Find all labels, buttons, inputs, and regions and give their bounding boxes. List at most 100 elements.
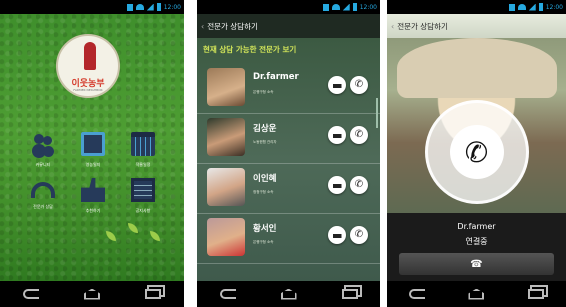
scrollbar[interactable] [376,98,378,128]
sprout-decoration [106,231,116,241]
list-item[interactable]: Dr.farmer 은행구청 소속 ✆ [197,64,380,114]
message-button[interactable] [328,176,346,194]
call-button[interactable]: ✆ [350,76,368,94]
calendar-icon [131,132,155,156]
nav-bar [0,281,184,307]
menu-expert-consult[interactable]: 전문가 상담 [18,178,68,214]
signal-icon [342,3,350,11]
expert-name: 황서인 [253,224,277,234]
menu-label: 추천하기 [85,208,101,213]
expert-role: 은행구청 소속 [253,240,274,244]
menu-label: 커뮤니티 [35,162,51,167]
status-bar: 12:00 [0,0,184,14]
signal-icon [528,3,536,11]
envelope-icon [332,232,342,238]
screenshot-root: 12:00 이웃농부 FARMER NEIGHBOR 커뮤니티 영농일지 작물일… [0,0,566,307]
status-time: 12:00 [545,3,563,11]
list-item[interactable]: 황서인 은행구청 소속 ✆ [197,214,380,264]
back-icon[interactable] [22,289,39,299]
status-bar: 12:00 [387,0,566,14]
list-heading: 현재 상담 가능한 전문가 보기 [203,45,297,54]
status-time: 12:00 [163,3,181,11]
sprout-decoration [150,231,160,241]
battery-icon [538,3,543,11]
menu-label: 전문가 상담 [33,204,53,209]
phone-icon: ✆ [354,179,364,190]
expert-role: 노동한협 관리자 [253,140,277,144]
calling-screen: 12:00 ‹ 전문가 상담하기 ✆ Dr.farmer 연결중 ☎ [387,0,566,307]
avatar [207,168,245,206]
caller-name: Dr.farmer [457,222,496,231]
signal-icon [146,3,154,11]
battery-icon [352,3,357,11]
chevron-left-icon[interactable]: ‹ [201,22,204,31]
home-icon[interactable] [468,288,485,300]
sim-icon [126,3,133,11]
back-icon[interactable] [219,289,236,299]
people-icon [31,132,55,156]
sprout-decoration [128,223,138,233]
wifi-icon [517,4,526,10]
message-button[interactable] [328,126,346,144]
home-icon[interactable] [280,288,297,300]
screen-title: 전문가 상담하기 [207,21,258,31]
list-item[interactable]: 이인혜 정청구청 소속 ✆ [197,164,380,214]
message-button[interactable] [328,226,346,244]
avatar [207,68,245,106]
sim-icon [322,3,329,11]
avatar [207,218,245,256]
sim-icon [508,3,515,11]
phone-icon: ✆ [354,229,364,240]
envelope-icon [332,182,342,188]
battery-icon [156,3,161,11]
back-icon[interactable] [408,289,425,299]
expert-list-body: 현재 상담 가능한 전문가 보기 Dr.farmer 은행구청 소속 ✆ 김상운… [197,38,380,281]
expert-role: 은행구청 소속 [253,90,274,94]
status-bar: 12:00 [197,0,380,14]
recent-apps-icon[interactable] [145,289,162,299]
logo-subtext: FARMER NEIGHBOR [73,88,103,92]
envelope-icon [332,132,342,138]
screen-title: 전문가 상담하기 [397,21,448,31]
menu-community[interactable]: 커뮤니티 [18,132,68,168]
call-status: 연결중 [465,237,488,246]
headset-icon [31,182,55,198]
menu-recommend[interactable]: 추천하기 [68,178,118,214]
call-button[interactable]: ✆ [350,126,368,144]
straw-hat-shape [397,38,557,98]
document-icon [81,132,105,156]
title-bar: ‹ 전문가 상담하기 [197,14,380,38]
clipboard-icon [131,178,155,202]
end-call-button[interactable]: ☎ [399,253,554,275]
recent-apps-icon[interactable] [528,289,545,299]
expert-name: 김상운 [253,124,277,134]
message-button[interactable] [328,76,346,94]
phone-icon: ✆ [354,79,364,90]
menu-label: 영농일지 [85,162,101,167]
menu-notice[interactable]: 공지사항 [118,178,168,214]
farmer-figure-icon [84,42,96,70]
phone-ringing-icon: ✆ [449,125,504,179]
wifi-icon [135,4,144,10]
list-item[interactable]: 김상운 노동한협 관리자 ✆ [197,114,380,164]
phone-icon: ✆ [354,129,364,140]
caller-photo: ✆ [387,38,566,213]
home-icon[interactable] [83,288,100,300]
nav-bar [197,281,380,307]
hang-up-icon: ☎ [470,258,483,270]
recent-apps-icon[interactable] [341,289,358,299]
menu-farm-diary[interactable]: 영농일지 [68,132,118,168]
home-screen: 12:00 이웃농부 FARMER NEIGHBOR 커뮤니티 영농일지 작물일… [0,0,184,307]
chevron-left-icon[interactable]: ‹ [391,22,394,31]
menu-crop-schedule[interactable]: 작물일정 [118,132,168,168]
menu-label: 작물일정 [135,162,151,167]
expert-name: Dr.farmer [253,72,299,82]
call-info-panel: Dr.farmer 연결중 ☎ [387,213,566,281]
call-button[interactable]: ✆ [350,226,368,244]
menu-label: 공지사항 [135,208,151,213]
nav-bar [387,281,566,307]
expert-list-screen: 12:00 ‹ 전문가 상담하기 현재 상담 가능한 전문가 보기 Dr.far… [197,0,380,307]
call-button[interactable]: ✆ [350,176,368,194]
expert-role: 정청구청 소속 [253,190,274,194]
status-time: 12:00 [359,3,377,11]
